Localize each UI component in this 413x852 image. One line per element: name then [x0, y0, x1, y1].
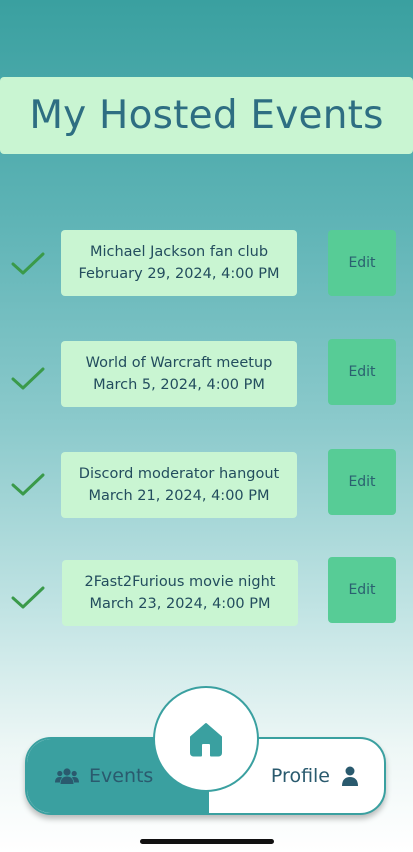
event-date: March 23, 2024, 4:00 PM	[89, 596, 271, 612]
edit-button[interactable]: Edit	[328, 339, 396, 405]
nav-events-tab[interactable]: Events	[55, 739, 153, 813]
event-card[interactable]: World of Warcraft meetup March 5, 2024, …	[61, 341, 297, 407]
check-icon	[11, 586, 45, 609]
edit-button[interactable]: Edit	[328, 230, 396, 296]
edit-button[interactable]: Edit	[328, 557, 396, 623]
check-icon	[11, 473, 45, 496]
home-indicator	[140, 839, 274, 844]
nav-profile-label: Profile	[270, 765, 330, 787]
event-date: March 5, 2024, 4:00 PM	[93, 377, 265, 393]
event-date: February 29, 2024, 4:00 PM	[78, 266, 280, 282]
event-row: Discord moderator hangout March 21, 2024…	[0, 449, 413, 518]
event-name: Michael Jackson fan club	[89, 244, 269, 260]
event-card[interactable]: Michael Jackson fan club February 29, 20…	[61, 230, 297, 296]
nav-profile-tab[interactable]: Profile	[271, 739, 358, 813]
edit-button[interactable]: Edit	[328, 449, 396, 515]
page-title: My Hosted Events	[29, 93, 384, 138]
event-date: March 21, 2024, 4:00 PM	[88, 488, 270, 504]
event-name: Discord moderator hangout	[78, 466, 280, 482]
event-row: Michael Jackson fan club February 29, 20…	[0, 230, 413, 296]
event-name: World of Warcraft meetup	[85, 355, 273, 371]
nav-events-label: Events	[89, 765, 154, 787]
home-button[interactable]	[153, 686, 259, 792]
person-icon	[342, 766, 358, 786]
event-name: 2Fast2Furious movie night	[84, 574, 276, 590]
check-icon	[11, 367, 45, 390]
event-row: World of Warcraft meetup March 5, 2024, …	[0, 339, 413, 407]
event-card[interactable]: 2Fast2Furious movie night March 23, 2024…	[62, 560, 298, 626]
event-row: 2Fast2Furious movie night March 23, 2024…	[0, 557, 413, 626]
page-title-banner: My Hosted Events	[0, 77, 413, 154]
home-icon	[190, 723, 222, 757]
check-icon	[11, 252, 45, 275]
group-icon	[55, 768, 79, 784]
event-card[interactable]: Discord moderator hangout March 21, 2024…	[61, 452, 297, 518]
